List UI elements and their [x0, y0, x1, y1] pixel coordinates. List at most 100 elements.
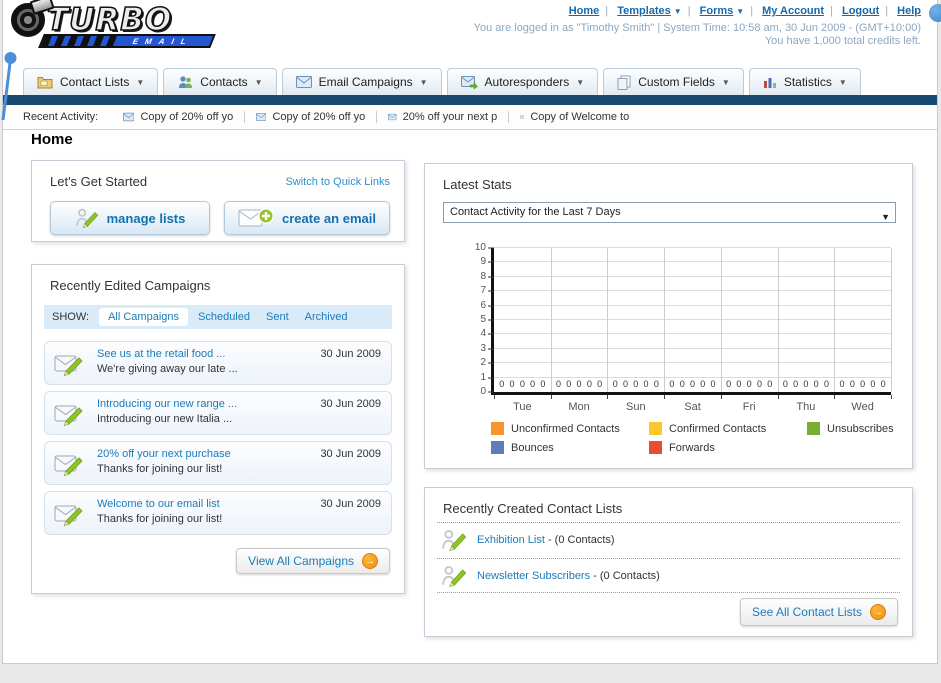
envelope-arrow-icon — [460, 75, 478, 89]
legend-item: Bounces — [491, 441, 649, 454]
chart-value: 0 — [849, 379, 855, 389]
chart-y-tick-label: 3 — [480, 342, 486, 354]
tab-contact-lists[interactable]: Contact Lists ▼ — [23, 68, 159, 95]
legend-label: Unsubscribes — [827, 422, 894, 435]
stats-period-select[interactable]: Contact Activity for the Last 7 Days ▼ — [443, 202, 896, 223]
link-templates[interactable]: Templates — [617, 5, 671, 17]
tab-autoresponders[interactable]: Autoresponders ▼ — [446, 68, 599, 95]
legend-label: Bounces — [511, 441, 554, 454]
recent-activity-item[interactable]: 20% off your next p — [376, 111, 508, 123]
chart-value: 0 — [519, 379, 525, 389]
recent-activity-item[interactable]: Copy of Welcome to — [508, 111, 640, 123]
filter-archived[interactable]: Archived — [305, 311, 348, 323]
tab-email-campaigns[interactable]: Email Campaigns ▼ — [281, 68, 442, 95]
chart-gridline-h — [494, 362, 891, 364]
tab-contacts[interactable]: Contacts ▼ — [163, 68, 277, 95]
switch-quick-links[interactable]: Switch to Quick Links — [285, 176, 390, 188]
legend-label: Unconfirmed Contacts — [511, 422, 620, 435]
arrow-right-icon: → — [362, 553, 378, 569]
chart-y-tick-label: 5 — [480, 314, 486, 325]
link-home[interactable]: Home — [569, 5, 600, 17]
link-separator: | — [687, 5, 691, 17]
chart-value: 0 — [813, 379, 819, 389]
tab-label: Statistics — [783, 75, 832, 89]
chart-gridline-v — [607, 248, 609, 392]
credits-status: You have 1,000 total credits left. — [764, 35, 921, 47]
get-started-panel: Let's Get Started Switch to Quick Links … — [31, 160, 405, 242]
chart-gridline-h — [494, 261, 891, 263]
recent-contact-lists-panel: Recently Created Contact Lists Exhibitio… — [424, 487, 913, 637]
link-help[interactable]: Help — [897, 5, 921, 17]
recent-activity-item[interactable]: Copy of 20% off yo — [244, 111, 376, 123]
chart-y-tick — [488, 362, 494, 364]
envelope-pencil-icon — [54, 455, 83, 477]
chart-gridline-v — [664, 248, 666, 392]
campaign-subject: Thanks for joining our list! — [97, 463, 223, 475]
recent-activity-bar: Recent Activity: Copy of 20% off yo Copy… — [3, 105, 937, 130]
envelope-icon — [256, 113, 267, 121]
chart-y-tick-label: 6 — [480, 299, 486, 311]
manage-lists-button[interactable]: manage lists — [50, 201, 210, 235]
chart-value: 0 — [710, 379, 716, 389]
folder-icon — [37, 76, 53, 88]
view-all-campaigns-button[interactable]: View All Campaigns → — [236, 548, 390, 574]
campaign-subject: Introducing our new Italia ... — [97, 413, 233, 425]
chat-bubble-icon[interactable] — [929, 4, 941, 22]
chart-y-tick-label: 8 — [480, 270, 486, 282]
chart-value-labels: 00000 — [607, 379, 664, 389]
campaign-link[interactable]: Introducing our new range ... — [97, 398, 237, 410]
chart-gridline-v — [891, 248, 892, 392]
chart-value: 0 — [803, 379, 809, 389]
campaign-link[interactable]: Welcome to our email list — [97, 498, 220, 510]
dotted-divider — [437, 558, 900, 559]
chart-x-tick-label: Mon — [568, 401, 590, 413]
chart-value: 0 — [499, 379, 505, 389]
chevron-down-icon: ▼ — [136, 77, 145, 87]
chart-y-tick-label: 2 — [480, 357, 486, 369]
arrow-right-icon: → — [870, 604, 886, 620]
link-separator: | — [750, 5, 754, 17]
legend-item: Confirmed Contacts — [649, 422, 807, 435]
get-started-title: Let's Get Started — [50, 174, 148, 189]
chart-gridline-v — [777, 248, 779, 392]
chart-value: 0 — [633, 379, 639, 389]
link-my-account[interactable]: My Account — [762, 5, 824, 17]
chart-y-tick-label: 7 — [480, 285, 486, 297]
contact-list-link[interactable]: Newsletter Subscribers — [477, 570, 590, 582]
chart-value: 0 — [880, 379, 886, 389]
see-all-contact-lists-button[interactable]: See All Contact Lists → — [739, 598, 898, 626]
filter-all-campaigns[interactable]: All Campaigns — [99, 308, 188, 326]
chart-value: 0 — [793, 379, 799, 389]
turbo-email-logo[interactable]: TURBO EMAIL — [11, 2, 241, 48]
person-pencil-icon — [442, 565, 467, 588]
legend-swatch — [807, 422, 820, 435]
tab-custom-fields[interactable]: Custom Fields ▼ — [603, 68, 744, 95]
tab-label: Email Campaigns — [318, 75, 413, 89]
contact-activity-chart: 0 1 2 3 4 5 6 7 8 9 10 0 0 0 0 0 Tue 0 0 0 0 0 Mon 0 0 0 0 0 Sun 0 0 0 0… — [465, 243, 897, 416]
link-separator: | — [830, 5, 833, 17]
link-forms[interactable]: Forms — [700, 5, 734, 17]
filter-scheduled[interactable]: Scheduled — [198, 311, 250, 323]
tab-statistics[interactable]: Statistics ▼ — [748, 68, 861, 95]
filter-sent[interactable]: Sent — [266, 311, 289, 323]
chart-x-tick — [550, 395, 552, 399]
link-logout[interactable]: Logout — [842, 5, 879, 17]
campaign-link[interactable]: 20% off your next purchase — [97, 448, 231, 460]
chart-legend: Unconfirmed Contacts Confirmed Contacts Un… — [491, 422, 941, 454]
chevron-down-icon: ▼ — [673, 7, 682, 16]
chart-value-labels: 00000 — [494, 379, 551, 389]
campaign-link[interactable]: See us at the retail food ... — [97, 348, 225, 360]
chart-value: 0 — [839, 379, 845, 389]
person-pencil-icon — [442, 529, 467, 552]
campaign-date: 30 Jun 2009 — [320, 348, 381, 360]
chart-y-tick — [488, 391, 494, 393]
chart-gridline-h — [494, 275, 891, 277]
contact-list-link[interactable]: Exhibition List — [477, 534, 545, 546]
recent-activity-item[interactable]: Copy of 20% off yo — [112, 111, 244, 123]
recent-activity-text: Copy of Welcome to — [530, 111, 630, 123]
chart-value: 0 — [540, 379, 546, 389]
create-email-button[interactable]: create an email — [224, 201, 390, 235]
chart-gridline-h — [494, 376, 891, 378]
chevron-down-icon: ▼ — [419, 77, 428, 87]
chart-y-tick — [488, 377, 494, 379]
